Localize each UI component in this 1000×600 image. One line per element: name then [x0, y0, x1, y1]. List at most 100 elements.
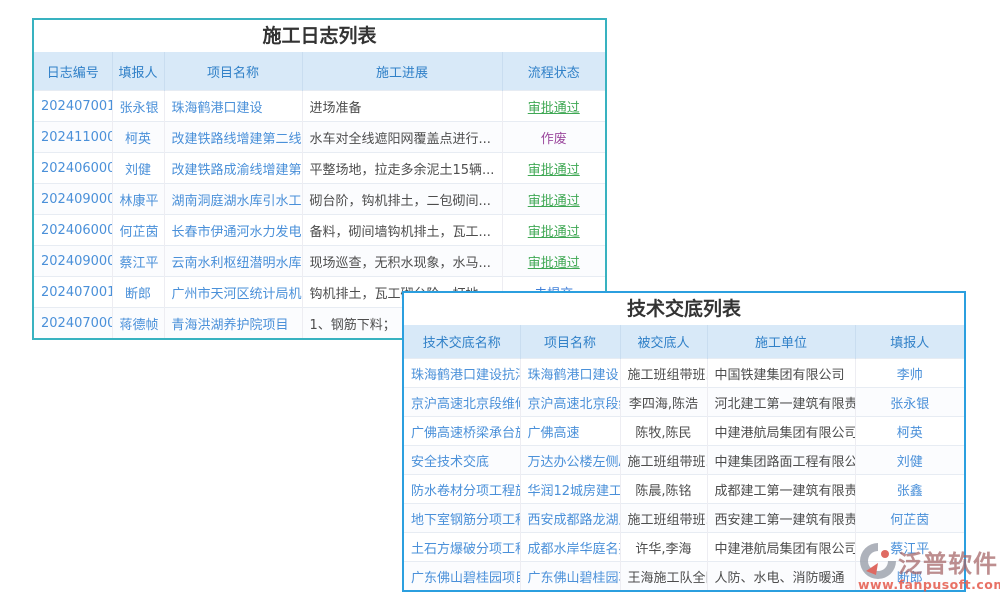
receiver-cell: 李四海,陈浩	[620, 388, 707, 417]
col-header-reporter: 填报人	[112, 52, 164, 91]
project-name-cell[interactable]: 长春市伊通河水力发电厂...	[164, 215, 302, 246]
table-row: 广东佛山碧桂园项目...广东佛山碧桂园项目王海施工队全队人防、水电、消防暖通断郎	[404, 562, 964, 591]
status-cell[interactable]: 审批通过	[502, 184, 605, 215]
disclosure-name-cell[interactable]: 珠海鹤港口建设抗浮...	[404, 359, 520, 388]
construction-unit-cell: 河北建工第一建筑有限责任公司	[707, 388, 855, 417]
reporter-cell[interactable]: 刘健	[112, 153, 164, 184]
disclosure-name-cell[interactable]: 防水卷材分项工程施...	[404, 475, 520, 504]
reporter-cell[interactable]: 刘健	[855, 446, 964, 475]
construction-unit-cell: 成都建工第一建筑有限责任公司	[707, 475, 855, 504]
construction-unit-cell: 中建港航局集团有限公司	[707, 533, 855, 562]
disclosure-name-cell[interactable]: 广东佛山碧桂园项目...	[404, 562, 520, 591]
reporter-cell[interactable]: 蔡江平	[112, 246, 164, 277]
receiver-cell: 施工班组带班...	[620, 504, 707, 533]
log-id-cell[interactable]: 2024070011	[34, 91, 112, 122]
project-name-cell[interactable]: 云南水利枢纽潜明水库一...	[164, 246, 302, 277]
project-name-cell[interactable]: 广州市天河区统计局机房...	[164, 277, 302, 308]
table-row: 2024070011张永银珠海鹤港口建设进场准备审批通过	[34, 91, 605, 122]
project-name-cell[interactable]: 广佛高速	[520, 417, 620, 446]
technical-disclosure-title: 技术交底列表	[404, 293, 964, 325]
reporter-cell[interactable]: 蔡江平	[855, 533, 964, 562]
log-id-cell[interactable]: 2024110002	[34, 122, 112, 153]
project-name-cell[interactable]: 成都水岸华庭名苑...	[520, 533, 620, 562]
progress-cell: 现场巡查，无积水现象，水马...	[302, 246, 502, 277]
project-name-cell[interactable]: 西安成都路龙湖上...	[520, 504, 620, 533]
col-header-receiver: 被交底人	[620, 325, 707, 359]
table-row: 2024060006刘健改建铁路成渝线增建第二...平整场地，拉走多余泥土15辆…	[34, 153, 605, 184]
reporter-cell[interactable]: 林康平	[112, 184, 164, 215]
reporter-cell[interactable]: 张鑫	[855, 475, 964, 504]
reporter-cell[interactable]: 柯英	[855, 417, 964, 446]
col-header-disclosure-name: 技术交底名称	[404, 325, 520, 359]
disclosure-header-row: 技术交底名称 项目名称 被交底人 施工单位 填报人	[404, 325, 964, 359]
project-name-cell[interactable]: 珠海鹤港口建设	[520, 359, 620, 388]
log-id-cell[interactable]: 2024090009	[34, 246, 112, 277]
receiver-cell: 许华,李海	[620, 533, 707, 562]
reporter-cell[interactable]: 柯英	[112, 122, 164, 153]
reporter-cell[interactable]: 蒋德帧	[112, 308, 164, 339]
col-header-status: 流程状态	[502, 52, 605, 91]
col-header-construction-unit: 施工单位	[707, 325, 855, 359]
reporter-cell[interactable]: 断郎	[112, 277, 164, 308]
progress-cell: 备料，砌间墙钩机排土，瓦工...	[302, 215, 502, 246]
project-name-cell[interactable]: 万达办公楼左侧A...	[520, 446, 620, 475]
receiver-cell: 王海施工队全队	[620, 562, 707, 591]
status-cell[interactable]: 作废	[502, 122, 605, 153]
disclosure-name-cell[interactable]: 广佛高速桥梁承台施...	[404, 417, 520, 446]
reporter-cell[interactable]: 断郎	[855, 562, 964, 591]
disclosure-name-cell[interactable]: 安全技术交底	[404, 446, 520, 475]
log-id-cell[interactable]: 2024070011	[34, 277, 112, 308]
construction-unit-cell: 中建港航局集团有限公司	[707, 417, 855, 446]
table-row: 2024090009蔡江平云南水利枢纽潜明水库一...现场巡查，无积水现象，水马…	[34, 246, 605, 277]
project-name-cell[interactable]: 青海洪湖养护院项目	[164, 308, 302, 339]
col-header-project: 项目名称	[520, 325, 620, 359]
reporter-cell[interactable]: 何芷茵	[112, 215, 164, 246]
table-row: 珠海鹤港口建设抗浮...珠海鹤港口建设施工班组带班...中国铁建集团有限公司李帅	[404, 359, 964, 388]
disclosure-name-cell[interactable]: 地下室钢筋分项工程...	[404, 504, 520, 533]
table-row: 土石方爆破分项工程...成都水岸华庭名苑...许华,李海中建港航局集团有限公司蔡…	[404, 533, 964, 562]
construction-unit-cell: 西安建工第一建筑有限责任公司	[707, 504, 855, 533]
project-name-cell[interactable]: 珠海鹤港口建设	[164, 91, 302, 122]
construction-unit-cell: 中建集团路面工程有限公司	[707, 446, 855, 475]
reporter-cell[interactable]: 何芷茵	[855, 504, 964, 533]
construction-unit-cell: 人防、水电、消防暖通	[707, 562, 855, 591]
disclosure-name-cell[interactable]: 土石方爆破分项工程...	[404, 533, 520, 562]
table-row: 防水卷材分项工程施...华润12城房建工...陈晨,陈铭成都建工第一建筑有限责任…	[404, 475, 964, 504]
col-header-progress: 施工进展	[302, 52, 502, 91]
reporter-cell[interactable]: 李帅	[855, 359, 964, 388]
table-row: 2024090009林康平湖南洞庭湖水库引水工程...砌台阶，钩机排土，二包砌间…	[34, 184, 605, 215]
technical-disclosure-window: 技术交底列表 技术交底名称 项目名称 被交底人 施工单位 填报人 珠海鹤港口建设…	[402, 291, 966, 592]
status-cell[interactable]: 审批通过	[502, 153, 605, 184]
table-row: 2024060005何芷茵长春市伊通河水力发电厂...备料，砌间墙钩机排土，瓦工…	[34, 215, 605, 246]
reporter-cell[interactable]: 张永银	[855, 388, 964, 417]
project-name-cell[interactable]: 广东佛山碧桂园项目	[520, 562, 620, 591]
table-row: 安全技术交底万达办公楼左侧A...施工班组带班...中建集团路面工程有限公司刘健	[404, 446, 964, 475]
col-header-reporter: 填报人	[855, 325, 964, 359]
project-name-cell[interactable]: 湖南洞庭湖水库引水工程...	[164, 184, 302, 215]
progress-cell: 进场准备	[302, 91, 502, 122]
log-id-cell[interactable]: 2024060005	[34, 215, 112, 246]
progress-cell: 平整场地，拉走多余泥土15辆...	[302, 153, 502, 184]
construction-unit-cell: 中国铁建集团有限公司	[707, 359, 855, 388]
project-name-cell[interactable]: 改建铁路成渝线增建第二...	[164, 153, 302, 184]
construction-log-title: 施工日志列表	[34, 20, 605, 52]
col-header-project: 项目名称	[164, 52, 302, 91]
log-id-cell[interactable]: 2024090009	[34, 184, 112, 215]
status-cell[interactable]: 审批通过	[502, 91, 605, 122]
construction-log-header-row: 日志编号 填报人 项目名称 施工进展 流程状态	[34, 52, 605, 91]
log-id-cell[interactable]: 2024070009	[34, 308, 112, 339]
status-cell[interactable]: 审批通过	[502, 215, 605, 246]
disclosure-name-cell[interactable]: 京沪高速北京段维修...	[404, 388, 520, 417]
project-name-cell[interactable]: 京沪高速北京段维修	[520, 388, 620, 417]
progress-cell: 水车对全线遮阳网覆盖点进行...	[302, 122, 502, 153]
log-id-cell[interactable]: 2024060006	[34, 153, 112, 184]
reporter-cell[interactable]: 张永银	[112, 91, 164, 122]
table-row: 广佛高速桥梁承台施...广佛高速陈牧,陈民中建港航局集团有限公司柯英	[404, 417, 964, 446]
table-row: 2024110002柯英改建铁路线增建第二线直...水车对全线遮阳网覆盖点进行.…	[34, 122, 605, 153]
progress-cell: 砌台阶，钩机排土，二包砌间...	[302, 184, 502, 215]
status-cell[interactable]: 审批通过	[502, 246, 605, 277]
receiver-cell: 施工班组带班...	[620, 446, 707, 475]
project-name-cell[interactable]: 华润12城房建工...	[520, 475, 620, 504]
project-name-cell[interactable]: 改建铁路线增建第二线直...	[164, 122, 302, 153]
col-header-log-id: 日志编号	[34, 52, 112, 91]
